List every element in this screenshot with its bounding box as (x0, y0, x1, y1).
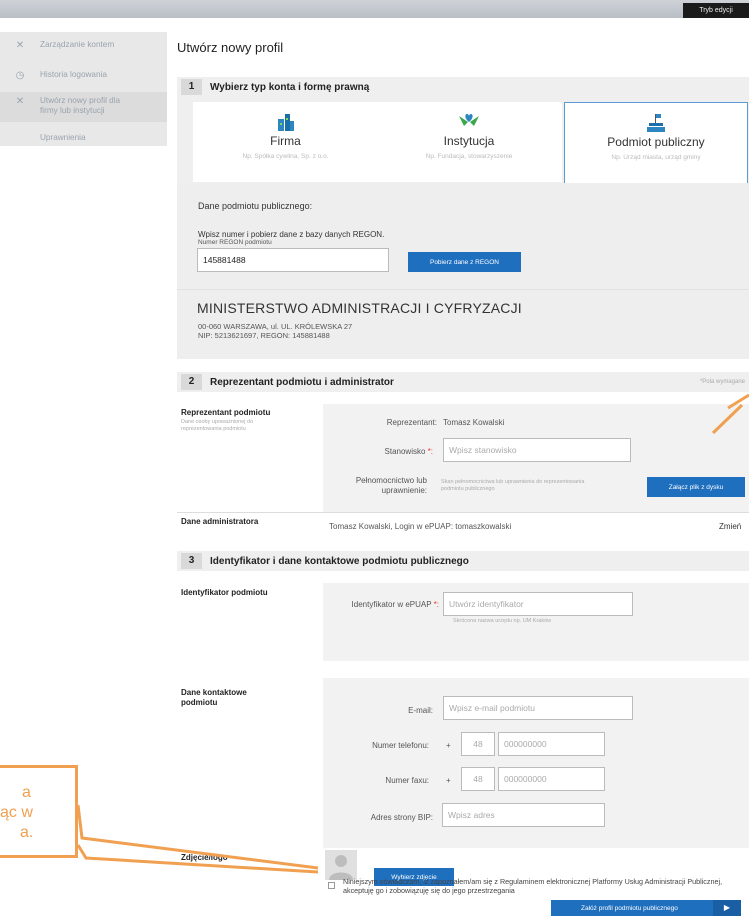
callout-arrows (76, 393, 749, 874)
